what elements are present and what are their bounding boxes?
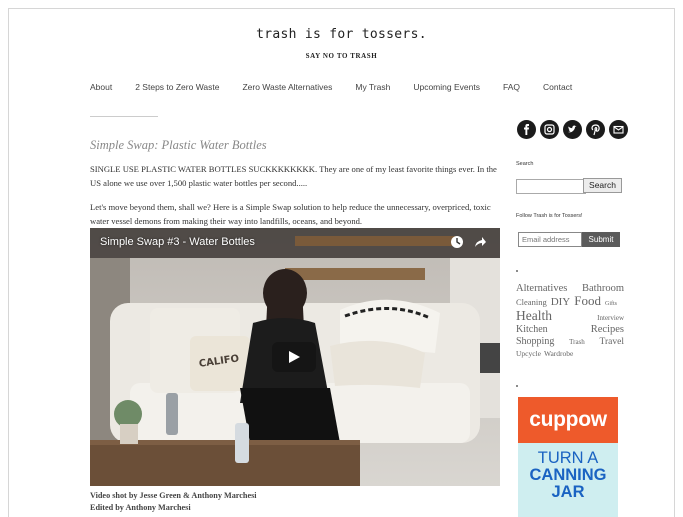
site-title[interactable]: trash is for tossers. — [0, 27, 683, 42]
search-button[interactable]: Search — [583, 178, 622, 193]
email-icon[interactable] — [609, 120, 628, 139]
nav-item-zero-waste-alternatives[interactable]: Zero Waste Alternatives — [242, 82, 332, 92]
video-credits: Video shot by Jesse Green & Anthony Marc… — [90, 490, 257, 514]
tag-health[interactable]: Health — [516, 309, 552, 323]
tag-cloud: Alternatives Bathroom Cleaning DIY Food … — [516, 283, 624, 360]
widget-separator-dot — [516, 270, 518, 272]
credit-line-1: Video shot by Jesse Green & Anthony Marc… — [90, 491, 257, 500]
tag-wardrobe[interactable]: Wardrobe — [544, 348, 573, 360]
tag-alternatives[interactable]: Alternatives — [516, 283, 567, 295]
search-widget-title: Search — [516, 161, 534, 167]
twitter-icon[interactable] — [563, 120, 582, 139]
tag-cleaning[interactable]: Cleaning — [516, 296, 547, 308]
video-title[interactable]: Simple Swap #3 - Water Bottles — [100, 236, 255, 248]
play-button[interactable] — [272, 342, 316, 372]
nav-item-my-trash[interactable]: My Trash — [355, 82, 390, 92]
nav-item-about[interactable]: About — [90, 82, 112, 92]
watch-later-icon[interactable] — [450, 235, 464, 249]
main-nav: About 2 Steps to Zero Waste Zero Waste A… — [90, 82, 595, 92]
follow-widget-title: Follow Trash is for Tossers! — [516, 213, 583, 219]
tag-trash[interactable]: Trash — [569, 336, 585, 348]
instagram-icon[interactable] — [540, 120, 559, 139]
nav-item-faq[interactable]: FAQ — [503, 82, 520, 92]
tag-kitchen[interactable]: Kitchen — [516, 324, 548, 336]
share-icon[interactable] — [473, 235, 487, 249]
nav-item-contact[interactable]: Contact — [543, 82, 572, 92]
tag-shopping[interactable]: Shopping — [516, 336, 554, 348]
post-paragraph-1: SINGLE USE PLASTIC WATER BOTTLES SUCKKKK… — [90, 164, 497, 188]
post-title[interactable]: Simple Swap: Plastic Water Bottles — [90, 138, 267, 153]
tag-food[interactable]: Food — [574, 294, 601, 307]
social-icons — [517, 120, 628, 139]
ad-text: TURN A CANNING JAR — [518, 443, 618, 517]
tag-gifts[interactable]: Gifts — [605, 298, 617, 310]
search-input[interactable] — [516, 179, 586, 194]
tag-recipes[interactable]: Recipes — [591, 324, 624, 336]
ad-brand: cuppow — [518, 397, 618, 443]
cuppow-ad[interactable]: cuppow TURN A CANNING JAR — [518, 397, 618, 517]
tag-diy[interactable]: DIY — [551, 296, 571, 308]
tag-travel[interactable]: Travel — [600, 336, 624, 348]
widget-separator-dot — [516, 385, 518, 387]
ad-line-2: CANNING — [529, 466, 607, 484]
nav-item-2-steps[interactable]: 2 Steps to Zero Waste — [135, 82, 219, 92]
video-player[interactable]: CALIFO Simple Swap #3 - Water Bottles — [90, 228, 500, 486]
pinterest-icon[interactable] — [586, 120, 605, 139]
tag-upcycle[interactable]: Upcycle — [516, 348, 541, 360]
title-divider — [90, 116, 158, 117]
site-tagline: SAY NO TO TRASH — [305, 52, 378, 60]
submit-button[interactable]: Submit — [582, 232, 620, 247]
email-field[interactable]: Email address — [518, 232, 582, 247]
nav-item-upcoming-events[interactable]: Upcoming Events — [413, 82, 480, 92]
credit-line-2: Edited by Anthony Marchesi — [90, 503, 191, 512]
post-paragraph-2: Let's move beyond them, shall we? Here i… — [90, 202, 491, 226]
facebook-icon[interactable] — [517, 120, 536, 139]
ad-line-3: JAR — [551, 483, 585, 501]
ad-line-1: TURN A — [537, 449, 599, 467]
tag-interview[interactable]: Interview — [597, 312, 624, 324]
